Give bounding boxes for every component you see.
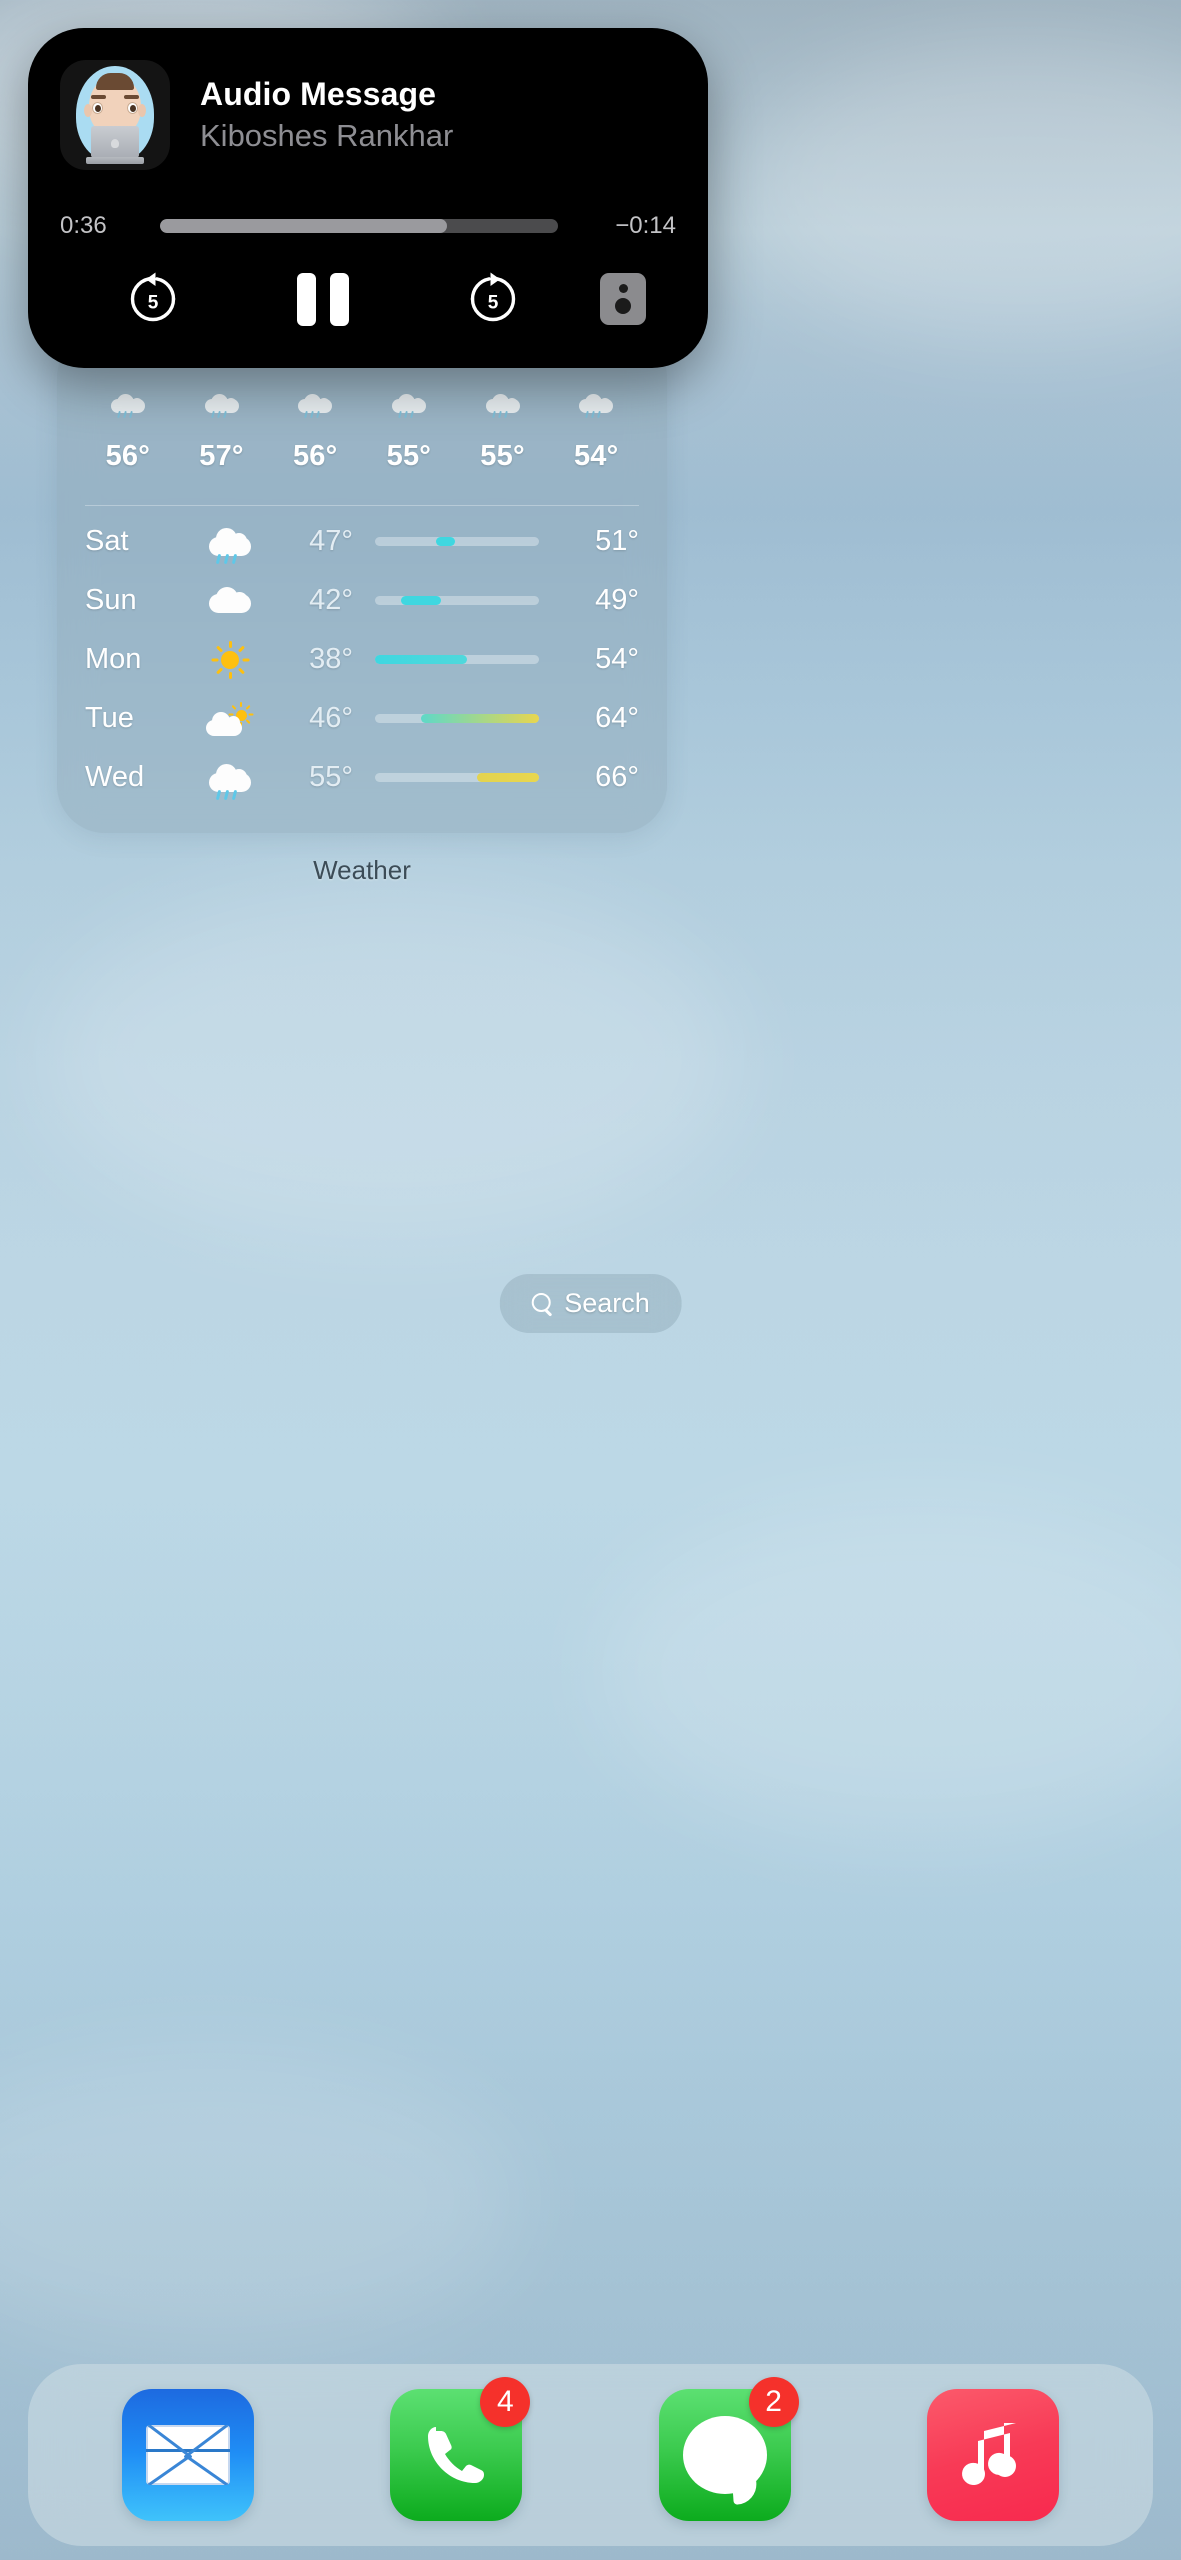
speech-bubble-glyph [682,2416,767,2494]
search-label: Search [564,1288,650,1318]
cloud-rain-icon [110,382,145,428]
hourly-temp: 54° [573,440,619,472]
now-playing-subtitle: Kiboshes Rankhar [200,117,454,153]
skip-back-button[interactable]: 5 [68,270,238,328]
day-low-temp: 38° [309,643,353,675]
temp-range-track [375,596,539,605]
music-note-glyph [961,2423,1016,2485]
cloud-rain-icon [485,382,520,428]
hourly-item: 55° [362,382,456,473]
day-high-temp: 64° [595,702,639,734]
day-label: Sat [85,525,129,557]
badge-count: 2 [748,2377,799,2427]
weather-widget[interactable]: 56° 57° 56° 55° 55° 54° Sat 47° 51° Sun … [57,330,667,886]
hourly-item: 56° [81,382,175,473]
temp-range-track [375,714,539,723]
widget-name-label: Weather [313,855,411,885]
cloud-rain-icon [193,527,267,564]
hourly-temp: 56° [105,440,151,472]
hourly-temp: 55° [386,440,432,472]
daily-forecast-list: Sat 47° 51° Sun 42° 49° Mon 38° 54° Tue … [57,506,667,807]
badge-count: 4 [480,2377,531,2427]
skip-forward-5-icon: 5 [464,270,522,328]
wallpaper-wisp [741,40,1181,340]
handset-glyph [428,2427,485,2483]
wallpaper-wisp [601,1500,1181,1840]
svg-text:5: 5 [148,293,159,314]
dock-app-messages[interactable]: 2 [658,2377,799,2521]
daily-forecast-row: Wed 55° 66° [57,748,667,807]
temp-range-track [375,655,539,664]
hourly-item: 56° [268,382,362,473]
wallpaper-wisp [40,880,740,1240]
skip-back-5-icon: 5 [124,270,182,328]
hourly-temp: 56° [292,440,338,472]
svg-text:5: 5 [488,293,499,314]
hourly-item: 55° [456,382,550,473]
dock-app-mail[interactable] [122,2389,255,2521]
day-low-temp: 46° [309,702,353,734]
airplay-button[interactable] [578,273,668,325]
progress-bar-fill [160,219,447,233]
cloud-rain-icon [391,382,426,428]
day-label: Wed [85,761,145,793]
cloud-icon [193,586,267,615]
day-high-temp: 54° [595,643,639,675]
day-label: Mon [85,643,142,675]
wallpaper-wisp [0,2050,520,2350]
sun-icon [193,640,267,680]
hourly-forecast-row: 56° 57° 56° 55° 55° 54° [57,382,667,473]
daily-forecast-row: Mon 38° 54° [57,630,667,689]
daily-forecast-row: Tue 46° 64° [57,689,667,748]
temp-range-track [375,773,539,782]
temp-range-fill [476,773,539,782]
playback-controls: 5 5 [28,270,708,328]
day-high-temp: 51° [595,525,639,557]
day-label: Tue [85,702,134,734]
dock-app-music[interactable] [926,2389,1059,2521]
day-low-temp: 42° [309,584,353,616]
hourly-temp: 57° [199,440,244,472]
temp-range-fill [401,596,441,605]
search-button[interactable]: Search [499,1274,682,1333]
day-low-temp: 47° [309,525,353,557]
search-icon [531,1293,552,1314]
daily-forecast-row: Sat 47° 51° [57,512,667,571]
cloud-rain-icon [579,382,614,428]
weather-widget-card[interactable]: 56° 57° 56° 55° 55° 54° Sat 47° 51° Sun … [57,330,667,833]
now-playing-title: Audio Message [200,75,437,112]
hourly-temp: 55° [480,440,525,472]
airplay-speaker-icon [600,273,646,325]
day-high-temp: 49° [595,584,639,616]
day-high-temp: 66° [595,761,639,793]
now-playing-panel[interactable]: Audio Message Kiboshes Rankhar 0:36 −0:1… [28,28,708,368]
daily-forecast-row: Sun 42° 49° [57,571,667,630]
hourly-item: 57° [175,382,269,473]
hourly-item: 54° [549,382,643,473]
now-playing-header: Audio Message Kiboshes Rankhar [28,28,708,170]
temp-range-fill [420,714,539,723]
playback-scrubber[interactable]: 0:36 −0:14 [28,212,708,240]
skip-forward-button[interactable]: 5 [408,270,578,328]
cloud-rain-icon [298,382,333,428]
elapsed-time: 0:36 [60,212,107,239]
progress-bar[interactable] [160,219,558,233]
temp-range-track [375,537,539,546]
temp-range-fill [375,655,467,664]
music-icon [926,2389,1059,2521]
temp-range-fill [435,537,456,546]
sun-behind-cloud-icon [193,702,267,736]
cloud-rain-icon [204,382,239,428]
memoji-avatar [60,60,170,170]
day-low-temp: 55° [309,761,353,793]
play-pause-button[interactable] [238,272,408,326]
dock: 4 2 [28,2364,1153,2546]
mail-icon [122,2389,255,2521]
cloud-rain-icon [193,763,267,800]
dock-app-phone[interactable]: 4 [390,2377,531,2521]
pause-icon [297,272,349,326]
day-label: Sun [85,584,137,616]
remaining-time: −0:14 [615,212,676,239]
